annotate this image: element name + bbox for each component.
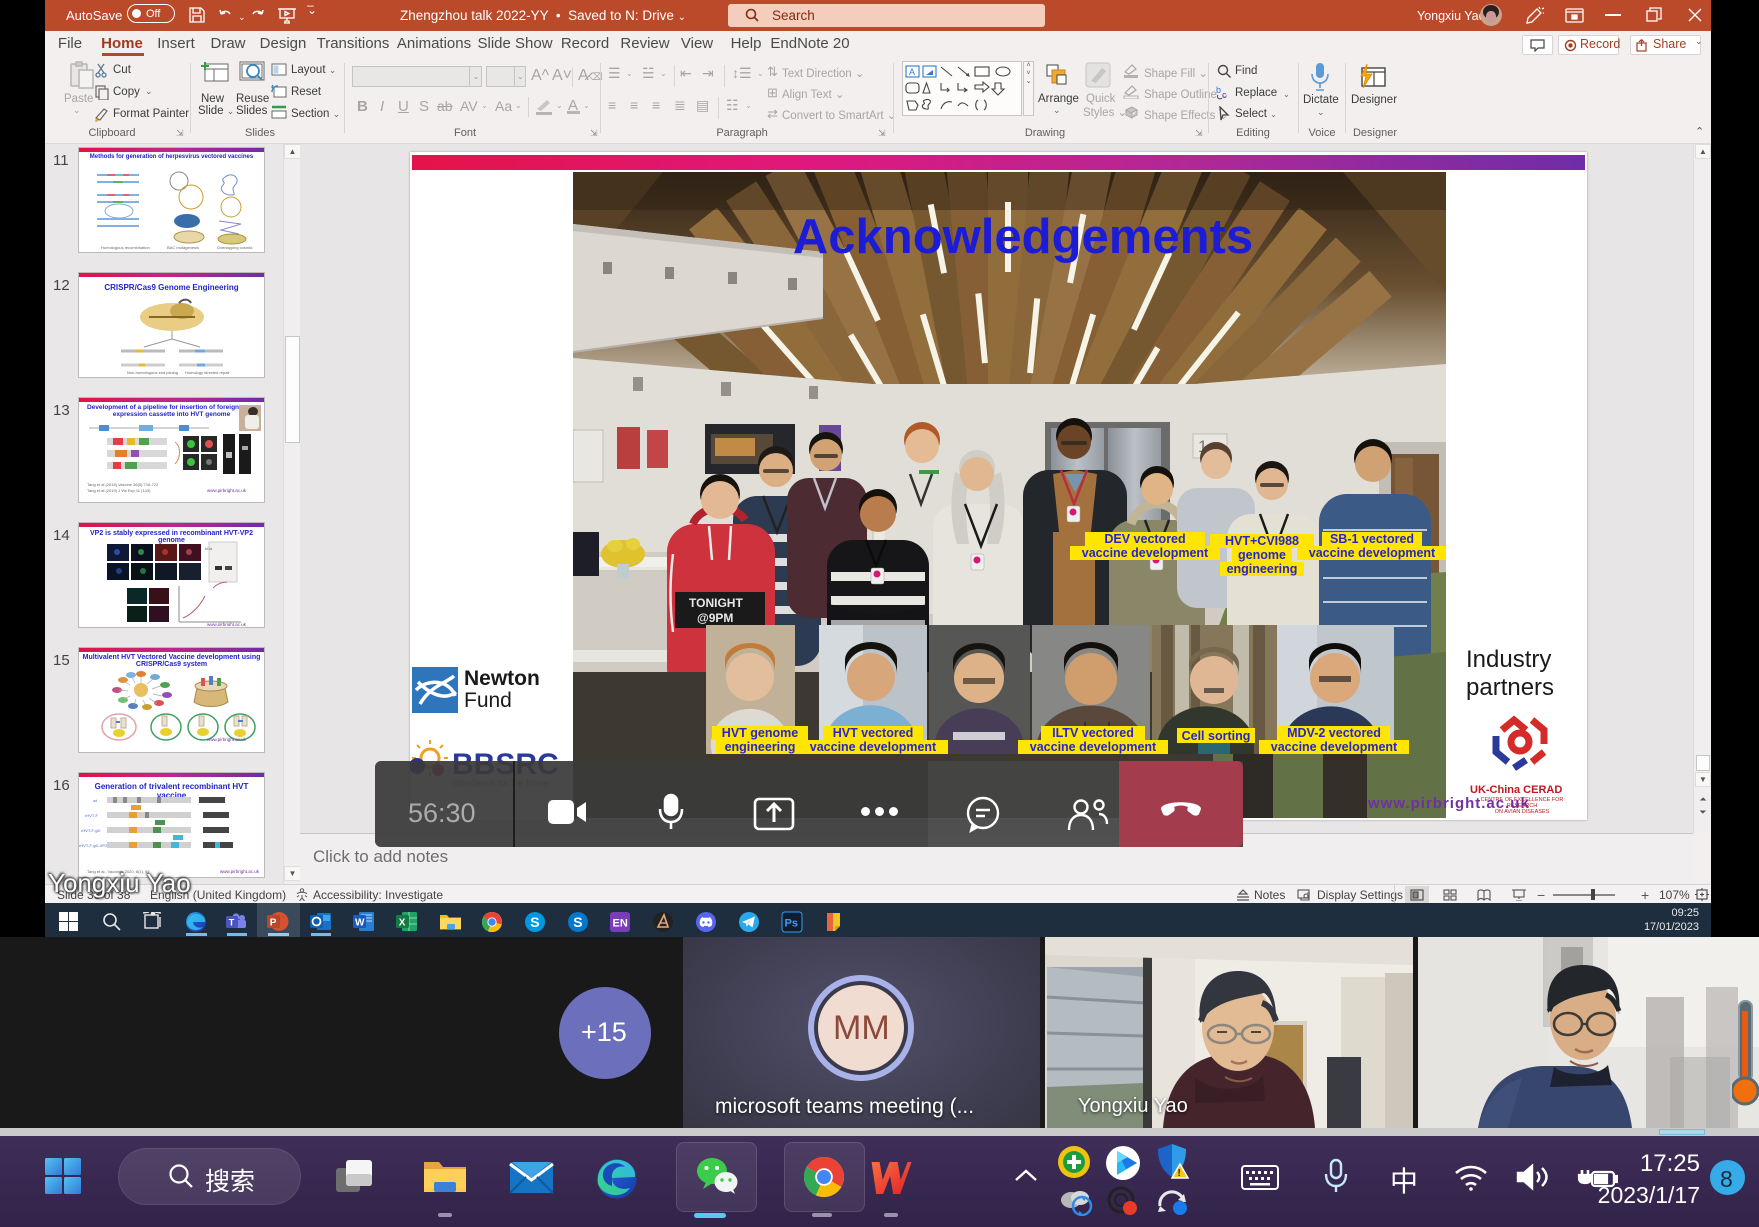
svg-text:rHVT-F-gD-VP2: rHVT-F-gD-VP2	[79, 843, 108, 848]
svg-text:www.pirbright.ac.uk: www.pirbright.ac.uk	[207, 622, 247, 626]
svg-text:kDa: kDa	[205, 546, 213, 551]
svg-text:ILTV vectored: ILTV vectored	[1052, 726, 1134, 740]
svg-text:X: X	[399, 918, 406, 929]
svg-text:Cell sorting: Cell sorting	[1182, 729, 1251, 743]
svg-text:EN: EN	[613, 918, 628, 930]
svg-text:vaccine development: vaccine development	[1030, 740, 1157, 754]
svg-text:www.pirbright.ac.uk: www.pirbright.ac.uk	[207, 488, 247, 493]
svg-text:b: b	[1216, 85, 1221, 95]
svg-text:vaccine development: vaccine development	[1271, 740, 1398, 754]
svg-text:HVT genome: HVT genome	[722, 726, 798, 740]
svg-text:Overlapping cosmid: Overlapping cosmid	[217, 245, 252, 250]
svg-text:DEV vectored: DEV vectored	[1104, 532, 1185, 546]
svg-text:SB-1 vectored: SB-1 vectored	[1330, 532, 1414, 546]
svg-text:engineering: engineering	[725, 740, 796, 754]
svg-text:HVT vectored: HVT vectored	[833, 726, 914, 740]
svg-text:vaccine development: vaccine development	[810, 740, 937, 754]
svg-text:S: S	[530, 914, 539, 930]
svg-text:Homology directed repair: Homology directed repair	[185, 370, 230, 375]
svg-text:Fund: Fund	[464, 689, 512, 712]
svg-text:BAC mutagenesis: BAC mutagenesis	[167, 245, 199, 250]
svg-text:Non-homologous end joining: Non-homologous end joining	[127, 370, 178, 375]
svg-text:wt: wt	[93, 798, 98, 803]
svg-text:www.pirbright.ac.uk: www.pirbright.ac.uk	[207, 737, 247, 742]
svg-text:Tang et al (2019) J Vis Exp 11: Tang et al (2019) J Vis Exp 11 (143)	[87, 488, 151, 493]
svg-text:Tang et al (2018) Vaccine 36(5: Tang et al (2018) Vaccine 36(5) 716-722	[87, 482, 159, 487]
svg-text:vaccine development: vaccine development	[1082, 546, 1209, 560]
svg-text:!: !	[1178, 1168, 1181, 1179]
svg-text:W: W	[355, 918, 365, 929]
svg-text:MDV-2 vectored: MDV-2 vectored	[1287, 726, 1381, 740]
svg-text:S: S	[573, 914, 582, 930]
svg-text:rHVT-F: rHVT-F	[85, 813, 98, 818]
svg-text:rHVT-F-gD: rHVT-F-gD	[81, 828, 100, 833]
svg-text:Newton: Newton	[464, 667, 540, 690]
svg-text:c: c	[1222, 90, 1227, 100]
svg-text:Ps: Ps	[785, 918, 798, 930]
svg-text:Homologous recombination: Homologous recombination	[101, 245, 150, 250]
svg-text:A: A	[909, 67, 915, 77]
svg-text:T: T	[229, 918, 235, 928]
svg-text:vaccine development: vaccine development	[1309, 546, 1436, 560]
svg-text:engineering: engineering	[1227, 562, 1298, 576]
svg-text:genome: genome	[1238, 548, 1286, 562]
svg-text:P: P	[270, 918, 277, 929]
svg-text:HVT+CVI988: HVT+CVI988	[1225, 534, 1299, 548]
